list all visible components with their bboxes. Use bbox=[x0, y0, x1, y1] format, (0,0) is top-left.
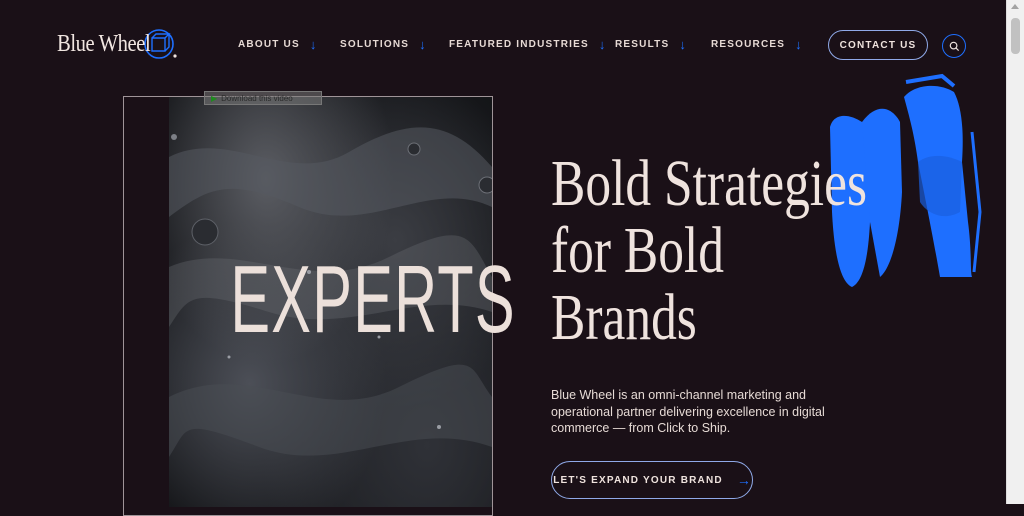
search-button[interactable] bbox=[942, 34, 966, 58]
nav-resources-label: RESOURCES bbox=[711, 39, 786, 50]
hero-headline: Bold Strategies for Bold Brands bbox=[551, 150, 879, 351]
video-overlay-word: EXPERTS bbox=[230, 246, 516, 353]
hero-description: Blue Wheel is an omni-channel marketing … bbox=[551, 388, 825, 435]
nav-results[interactable]: RESULTS ↓ bbox=[615, 37, 686, 52]
nav-resources[interactable]: RESOURCES ↓ bbox=[711, 37, 802, 52]
play-icon: ▶ bbox=[211, 93, 218, 103]
scroll-thumb[interactable] bbox=[1011, 18, 1020, 54]
nav-results-label: RESULTS bbox=[615, 39, 670, 50]
nav-about-us-label: ABOUT US bbox=[238, 39, 300, 50]
headline-line-3: Brands bbox=[551, 281, 697, 354]
cta-label: LET'S EXPAND YOUR BRAND bbox=[553, 474, 723, 486]
nav-featured-industries-label: FEATURED INDUSTRIES bbox=[449, 39, 589, 50]
nav-about-us[interactable]: ABOUT US ↓ bbox=[238, 37, 316, 52]
nav-solutions[interactable]: SOLUTIONS ↓ bbox=[340, 37, 426, 52]
nav-solutions-label: SOLUTIONS bbox=[340, 39, 410, 50]
arrow-down-icon: ↓ bbox=[679, 37, 686, 52]
contact-us-button[interactable]: CONTACT US bbox=[828, 30, 928, 60]
headline-line-1: Bold Strategies bbox=[551, 147, 867, 220]
arrow-down-icon: ↓ bbox=[309, 37, 317, 52]
scroll-up-arrow-icon[interactable] bbox=[1011, 4, 1019, 9]
arrow-down-icon: ↓ bbox=[419, 37, 426, 52]
logo-text: Blue Wheel bbox=[57, 30, 151, 57]
nav-featured-industries[interactable]: FEATURED INDUSTRIES ↓ bbox=[449, 37, 605, 52]
arrow-right-icon: → bbox=[736, 472, 751, 488]
logo[interactable]: Blue Wheel bbox=[57, 27, 177, 61]
arrow-down-icon: ↓ bbox=[795, 37, 802, 52]
search-icon bbox=[949, 41, 959, 51]
download-video-button[interactable]: ▶ Download this video bbox=[204, 91, 322, 105]
download-video-label: Download this video bbox=[221, 93, 293, 103]
expand-brand-button[interactable]: LET'S EXPAND YOUR BRAND → bbox=[551, 461, 753, 499]
page-scrollbar[interactable] bbox=[1006, 0, 1024, 504]
arrow-down-icon: ↓ bbox=[598, 37, 606, 52]
headline-line-2: for Bold bbox=[551, 214, 725, 287]
